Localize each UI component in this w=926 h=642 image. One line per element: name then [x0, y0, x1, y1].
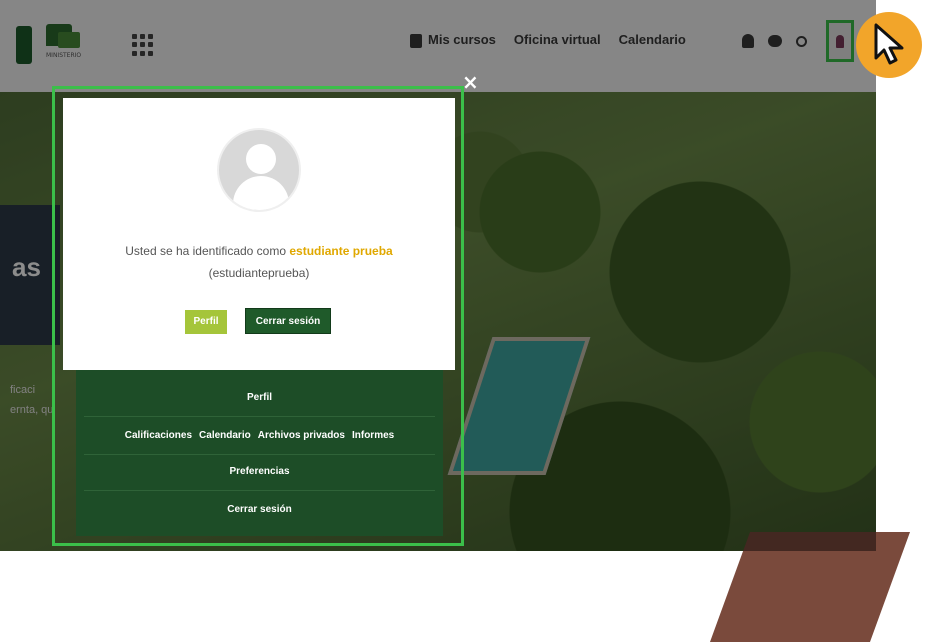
app-frame: MINISTERIO Mis cursos Oficina virtual Ca…: [0, 0, 926, 642]
identified-text: Usted se ha identificado como estudiante…: [125, 244, 393, 258]
user-modal: Usted se ha identificado como estudiante…: [63, 98, 455, 370]
cursor-arrow-icon: [874, 23, 904, 65]
close-icon[interactable]: ×: [462, 72, 479, 92]
menu-item-informes[interactable]: Informes: [352, 430, 394, 441]
identified-name[interactable]: estudiante prueba: [289, 244, 392, 258]
menu-item-perfil[interactable]: Perfil: [84, 378, 435, 417]
pointer-cursor-icon: [856, 12, 922, 78]
avatar-placeholder-icon: [217, 128, 301, 212]
menu-item-calificaciones[interactable]: Calificaciones: [125, 430, 192, 441]
cerrar-sesion-button[interactable]: Cerrar sesión: [245, 308, 331, 334]
menu-row-links: Calificaciones Calendario Archivos priva…: [84, 416, 435, 455]
perfil-button[interactable]: Perfil: [185, 310, 227, 334]
username-text: (estudianteprueba): [208, 266, 310, 280]
menu-item-calendario[interactable]: Calendario: [199, 430, 251, 441]
menu-item-archivos-privados[interactable]: Archivos privados: [258, 430, 345, 441]
menu-item-cerrar-sesion[interactable]: Cerrar sesión: [84, 490, 435, 528]
menu-item-preferencias[interactable]: Preferencias: [84, 452, 435, 491]
user-menu-panel: Perfil Calificaciones Calendario Archivo…: [76, 370, 443, 536]
